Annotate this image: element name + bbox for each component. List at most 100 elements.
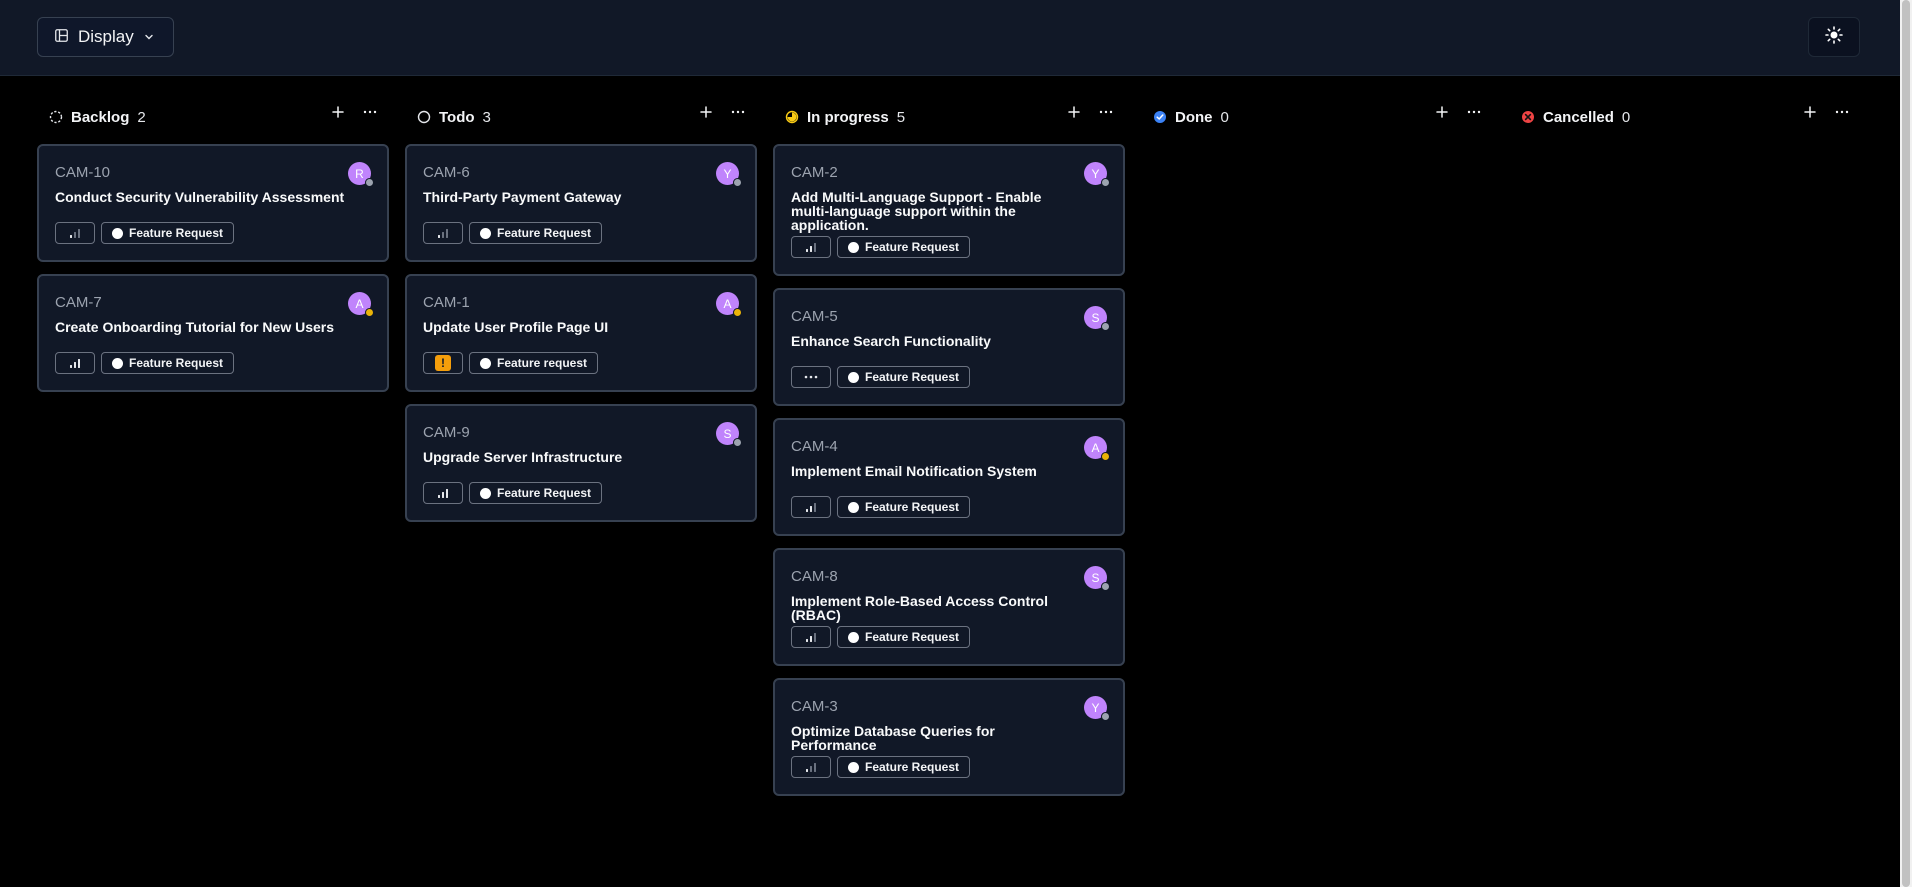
add-card-button[interactable] [1435, 106, 1449, 118]
issue-card[interactable]: CAM-10 R Conduct Security Vulnerability As… [37, 144, 389, 262]
label-badge[interactable]: Feature Request [101, 352, 235, 374]
avatar[interactable]: Y [716, 162, 742, 187]
avatar-status-dot [1101, 322, 1110, 331]
label-text: Feature Request [865, 500, 960, 514]
column-title: Backlog [71, 108, 130, 126]
issue-card[interactable]: CAM-5 S Enhance Search Functionality Featur… [773, 288, 1125, 406]
avatar[interactable]: A [348, 292, 374, 317]
column-more-button[interactable] [731, 110, 745, 114]
avatar[interactable]: R [348, 162, 374, 187]
avatar[interactable]: Y [1084, 696, 1110, 721]
avatar[interactable]: Y [1084, 162, 1110, 187]
issue-title: Third-Party Payment Gateway [423, 189, 622, 205]
label-dot-icon [480, 487, 491, 499]
label-dot-icon [848, 241, 859, 253]
check-circle-icon [1153, 110, 1167, 124]
card-meta: Feature Request [55, 222, 235, 244]
column-more-button[interactable] [363, 110, 377, 114]
issue-card[interactable]: CAM-8 S Implement Role-Based Access Contro… [773, 548, 1125, 666]
add-card-button[interactable] [1803, 106, 1817, 118]
column-count: 5 [896, 108, 906, 126]
issue-card[interactable]: CAM-1 A Update User Profile Page UI! Featur… [405, 274, 757, 392]
label-badge[interactable]: Feature Request [837, 756, 971, 778]
label-badge[interactable]: Feature Request [837, 366, 971, 388]
display-button[interactable]: Display [37, 17, 174, 57]
label-badge[interactable]: Feature Request [101, 222, 235, 244]
column-title: Done [1175, 108, 1213, 126]
issue-title: Update User Profile Page UI [423, 319, 609, 335]
priority-medium-icon [804, 631, 818, 643]
column-count: 0 [1621, 108, 1631, 126]
label-text: Feature Request [865, 630, 960, 644]
priority-button[interactable] [791, 756, 831, 778]
priority-button[interactable]: ! [423, 352, 463, 374]
issue-id: CAM-7 [55, 294, 102, 311]
issue-id: CAM-6 [423, 164, 470, 181]
priority-medium-icon [804, 501, 818, 513]
label-badge[interactable]: Feature Request [469, 222, 603, 244]
column-count: 2 [137, 108, 146, 126]
avatar-initial: R [355, 166, 364, 181]
avatar-status-dot [1101, 452, 1110, 461]
avatar-status-dot [733, 178, 742, 187]
label-badge[interactable]: Feature Request [837, 236, 971, 258]
label-text: Feature Request [865, 240, 960, 254]
priority-button[interactable] [423, 222, 463, 244]
column-more-button[interactable] [1099, 110, 1113, 114]
column-more-button[interactable] [1835, 110, 1849, 114]
avatar-status-dot [733, 308, 742, 317]
layout-icon [55, 27, 68, 47]
column-title: Todo [439, 108, 475, 126]
label-dot-icon [112, 357, 123, 369]
label-badge[interactable]: Feature Request [837, 496, 971, 518]
label-badge[interactable]: Feature Request [469, 482, 603, 504]
x-circle-icon [1521, 110, 1535, 124]
priority-high-icon [436, 487, 450, 499]
column-header: Backlog 2 [49, 106, 389, 128]
priority-button[interactable] [791, 366, 831, 388]
issue-card[interactable]: CAM-2 Y Add Multi-Language Support - Enabl… [773, 144, 1125, 276]
avatar[interactable]: S [716, 422, 742, 447]
issue-card[interactable]: CAM-9 S Upgrade Server Infrastructure Featu… [405, 404, 757, 522]
avatar-initial: Y [1091, 166, 1100, 181]
label-dot-icon [848, 761, 859, 773]
column-title: In progress [807, 108, 889, 126]
avatar-status-dot [733, 438, 742, 447]
avatar-initial: Y [723, 166, 732, 181]
card-meta: Feature Request [791, 626, 971, 648]
card-meta: ! Feature request [423, 352, 599, 374]
issue-id: CAM-9 [423, 424, 470, 441]
column-header: Done 0 [1153, 106, 1493, 128]
add-card-button[interactable] [1067, 106, 1081, 118]
add-card-button[interactable] [699, 106, 713, 118]
avatar-initial: A [723, 296, 732, 311]
avatar[interactable]: S [1084, 566, 1110, 591]
priority-button[interactable] [55, 222, 95, 244]
label-badge[interactable]: Feature request [469, 352, 599, 374]
issue-card[interactable]: CAM-4 A Implement Email Notification Syste… [773, 418, 1125, 536]
priority-button[interactable] [791, 496, 831, 518]
avatar[interactable]: S [1084, 306, 1110, 331]
kanban-board: Backlog 2 CAM-10 R Conduct Security Vulnerab… [0, 76, 1900, 887]
label-badge[interactable]: Feature Request [837, 626, 971, 648]
circle-icon [417, 110, 431, 124]
priority-button[interactable] [791, 626, 831, 648]
priority-medium-icon [804, 241, 818, 253]
scrollbar-thumb[interactable] [1902, 0, 1910, 887]
priority-low-icon [68, 227, 82, 239]
column-header: In progress 5 [785, 106, 1125, 128]
issue-card[interactable]: CAM-7 A Create Onboarding Tutorial for New… [37, 274, 389, 392]
issue-card[interactable]: CAM-6 Y Third-Party Payment Gateway Feature… [405, 144, 757, 262]
issue-card[interactable]: CAM-3 Y Optimize Database Queries for Perf… [773, 678, 1125, 796]
avatar[interactable]: A [1084, 436, 1110, 461]
priority-button[interactable] [55, 352, 95, 374]
avatar[interactable]: A [716, 292, 742, 317]
priority-button[interactable] [791, 236, 831, 258]
label-text: Feature Request [497, 226, 592, 240]
add-card-button[interactable] [331, 106, 345, 118]
priority-button[interactable] [423, 482, 463, 504]
sun-icon [1825, 25, 1843, 49]
theme-toggle-button[interactable] [1808, 17, 1860, 57]
label-dot-icon [848, 371, 859, 383]
column-more-button[interactable] [1467, 110, 1481, 114]
